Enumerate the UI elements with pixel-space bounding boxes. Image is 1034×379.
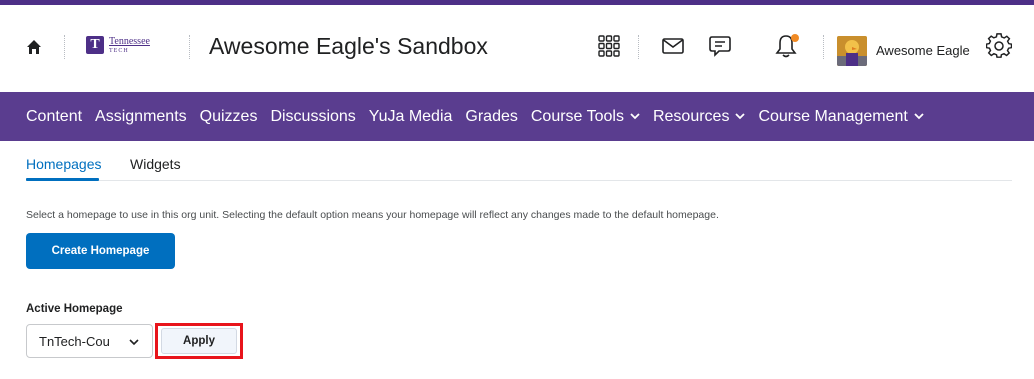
- active-tab-indicator: [26, 178, 99, 181]
- tab-homepages[interactable]: Homepages: [26, 156, 102, 172]
- chevron-down-icon: [735, 113, 746, 120]
- logo-sub: TECH: [109, 47, 129, 54]
- course-title[interactable]: Awesome Eagle's Sandbox: [209, 33, 488, 60]
- active-homepage-label: Active Homepage: [26, 303, 123, 315]
- nav-item-discussions[interactable]: Discussions: [270, 108, 355, 126]
- mail-icon[interactable]: [660, 33, 686, 59]
- tab-widgets[interactable]: Widgets: [130, 156, 181, 172]
- nav-item-resources[interactable]: Resources: [653, 108, 746, 126]
- divider: [64, 35, 65, 59]
- username[interactable]: Awesome Eagle: [876, 43, 970, 58]
- divider: [638, 35, 639, 59]
- tennessee-tech-logo[interactable]: T Tennessee TECH: [86, 36, 150, 54]
- nav-item-yuja-media[interactable]: YuJa Media: [369, 108, 453, 126]
- nav-item-course-management[interactable]: Course Management: [758, 108, 924, 126]
- divider: [189, 35, 190, 59]
- waffle-grid-icon[interactable]: [596, 33, 622, 59]
- logo-mark: T: [86, 36, 104, 54]
- nav-item-grades[interactable]: Grades: [465, 108, 517, 126]
- create-homepage-button[interactable]: Create Homepage: [26, 233, 175, 269]
- header: T Tennessee TECH Awesome Eagle's Sandbox: [0, 5, 1034, 85]
- nav-item-course-tools[interactable]: Course Tools: [531, 108, 640, 126]
- home-icon[interactable]: [26, 39, 42, 55]
- homepage-tabs: Homepages Widgets: [26, 152, 1012, 181]
- gear-icon[interactable]: [986, 33, 1012, 59]
- chat-icon[interactable]: [707, 33, 733, 59]
- nav-item-quizzes[interactable]: Quizzes: [200, 108, 258, 126]
- active-homepage-select[interactable]: TnTech-Cou: [26, 324, 153, 358]
- avatar[interactable]: [837, 36, 867, 66]
- chevron-down-icon: [129, 339, 139, 346]
- chevron-down-icon: [914, 113, 924, 120]
- notification-dot: [791, 34, 799, 42]
- nav-item-content[interactable]: Content: [26, 108, 82, 126]
- eagle-mascot-icon: [837, 36, 867, 66]
- apply-button[interactable]: Apply: [161, 328, 237, 354]
- nav-item-assignments[interactable]: Assignments: [95, 108, 187, 126]
- divider: [823, 35, 824, 59]
- chevron-down-icon: [630, 113, 640, 120]
- logo-name: Tennessee: [109, 35, 150, 47]
- select-value: TnTech-Cou: [39, 333, 110, 349]
- page-description: Select a homepage to use in this org uni…: [26, 209, 719, 221]
- course-navbar: Content Assignments Quizzes Discussions …: [0, 92, 1034, 141]
